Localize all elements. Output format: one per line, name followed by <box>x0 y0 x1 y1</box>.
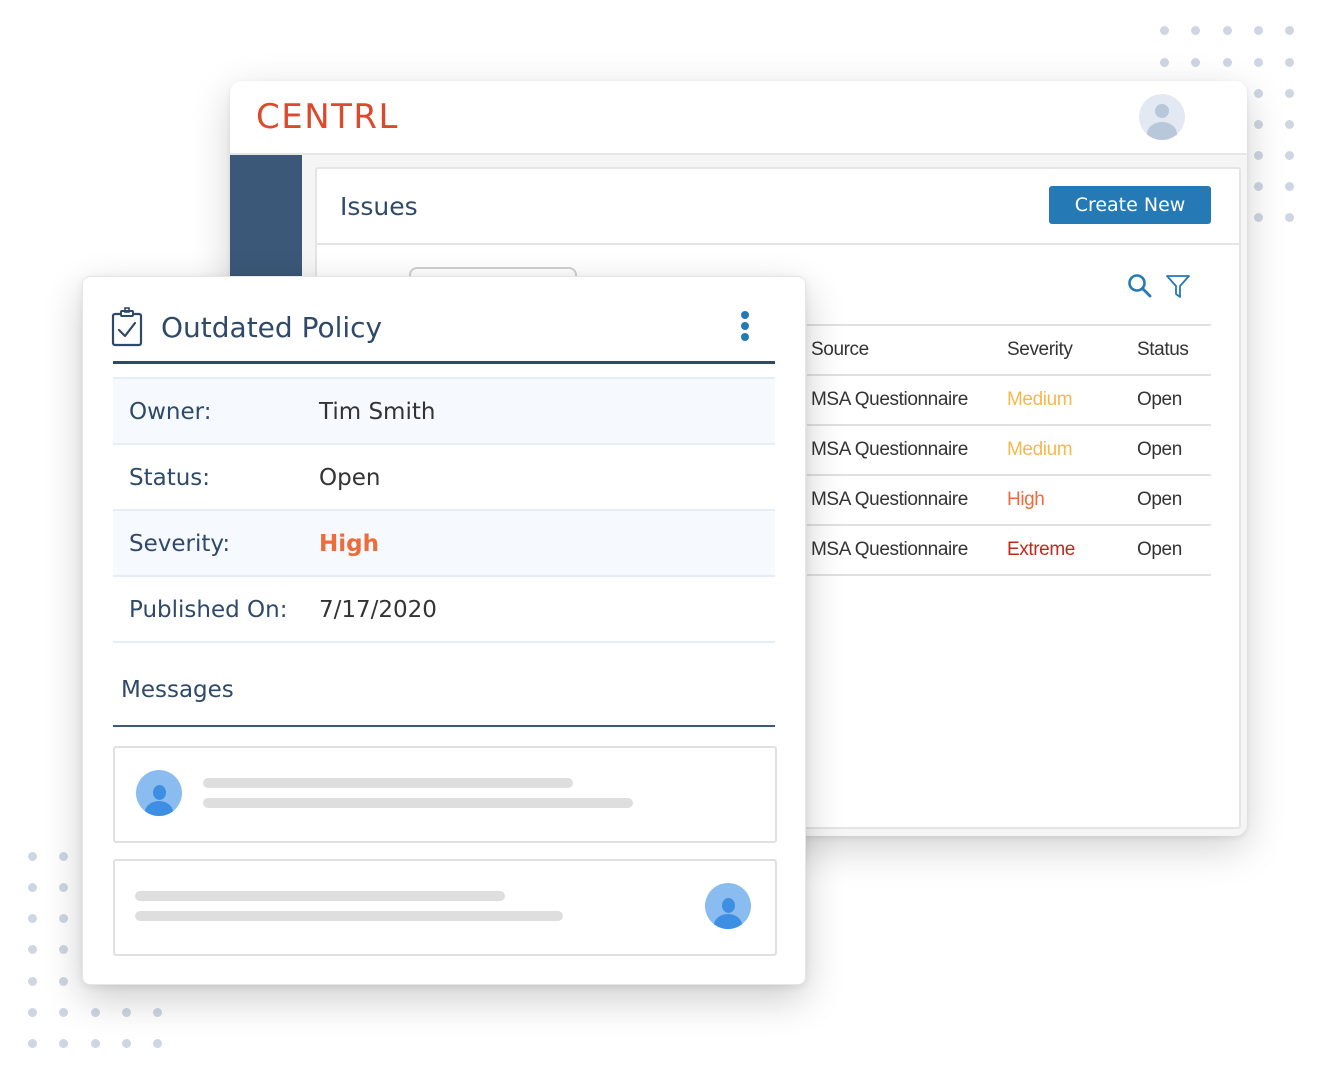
detail-label: Owner: <box>129 399 212 425</box>
detail-label: Severity: <box>129 531 231 557</box>
detail-value: Open <box>319 465 381 491</box>
decorative-dot <box>59 883 68 892</box>
decorative-dot <box>91 1039 100 1048</box>
clipboard-check-icon <box>111 307 143 347</box>
decorative-dot <box>1160 58 1169 67</box>
detail-row-severity: Severity: High <box>113 509 775 575</box>
severity-badge: High <box>319 531 379 557</box>
table-row[interactable]: MSA Questionnaire Extreme Open <box>807 524 1211 576</box>
detail-value: 7/17/2020 <box>319 597 437 623</box>
issues-panel-header: Issues Create New <box>317 169 1239 245</box>
decorative-dot <box>59 945 68 954</box>
decorative-dot <box>153 1008 162 1017</box>
decorative-dot <box>28 883 37 892</box>
page-title: Issues <box>340 192 418 221</box>
decorative-dot <box>153 1039 162 1048</box>
detail-value: Tim Smith <box>319 399 436 425</box>
decorative-dot <box>28 977 37 986</box>
detail-row-owner: Owner: Tim Smith <box>113 377 775 443</box>
decorative-dot <box>1285 120 1294 129</box>
decorative-dot <box>1191 26 1200 35</box>
decorative-dot <box>59 1008 68 1017</box>
decorative-dot <box>1254 213 1263 222</box>
cell-status: Open <box>1137 439 1182 460</box>
message-placeholder-line <box>135 911 563 921</box>
decorative-dot <box>59 977 68 986</box>
decorative-dot <box>59 852 68 861</box>
user-avatar-icon[interactable] <box>1139 94 1185 140</box>
decorative-dot <box>1285 213 1294 222</box>
more-vertical-icon[interactable] <box>738 311 752 345</box>
decorative-dot <box>1254 151 1263 160</box>
divider <box>113 361 775 364</box>
cell-status: Open <box>1137 489 1182 510</box>
cell-status: Open <box>1137 389 1182 410</box>
detail-row-status: Status: Open <box>113 443 775 509</box>
message-placeholder-line <box>203 798 633 808</box>
decorative-dot <box>1285 151 1294 160</box>
decorative-dot <box>1191 58 1200 67</box>
cell-source: MSA Questionnaire <box>811 439 968 460</box>
decorative-dot <box>1254 120 1263 129</box>
decorative-dot <box>122 1008 131 1017</box>
decorative-dot <box>1223 26 1232 35</box>
table-row[interactable]: MSA Questionnaire High Open <box>807 474 1211 524</box>
decorative-dot <box>28 1008 37 1017</box>
message-item[interactable] <box>113 746 777 843</box>
message-item[interactable] <box>113 859 777 956</box>
decorative-dot <box>122 1039 131 1048</box>
decorative-dot <box>1254 182 1263 191</box>
cell-source: MSA Questionnaire <box>811 389 968 410</box>
decorative-dot <box>28 1039 37 1048</box>
decorative-dot <box>1254 89 1263 98</box>
decorative-dot <box>59 914 68 923</box>
cell-severity: High <box>1007 489 1045 510</box>
decorative-dot <box>1285 182 1294 191</box>
decorative-dot <box>28 945 37 954</box>
centrl-logo: CENTRL <box>256 97 399 137</box>
issue-details: Owner: Tim Smith Status: Open Severity: … <box>113 377 775 643</box>
column-header-status[interactable]: Status <box>1137 339 1189 361</box>
table-header-row: Source Severity Status <box>807 324 1211 374</box>
issue-detail-card: Outdated Policy Owner: Tim Smith Status:… <box>82 276 806 985</box>
table-row[interactable]: MSA Questionnaire Medium Open <box>807 424 1211 474</box>
cell-severity: Medium <box>1007 389 1073 410</box>
decorative-dot <box>1160 26 1169 35</box>
app-header: CENTRL <box>230 81 1247 155</box>
issue-title: Outdated Policy <box>161 311 383 344</box>
avatar-icon <box>136 770 182 816</box>
avatar-icon <box>705 883 751 929</box>
decorative-dot <box>1254 58 1263 67</box>
messages-heading: Messages <box>121 677 234 703</box>
column-header-severity[interactable]: Severity <box>1007 339 1073 361</box>
divider <box>113 725 775 727</box>
cell-source: MSA Questionnaire <box>811 539 968 560</box>
cell-severity: Extreme <box>1007 539 1075 560</box>
decorative-dot <box>1285 26 1294 35</box>
decorative-dot <box>59 1039 68 1048</box>
decorative-dot <box>91 1008 100 1017</box>
decorative-dot <box>28 914 37 923</box>
detail-label: Status: <box>129 465 211 491</box>
decorative-dot <box>1223 58 1232 67</box>
table-row[interactable]: MSA Questionnaire Medium Open <box>807 374 1211 424</box>
detail-row-published-on: Published On: 7/17/2020 <box>113 575 775 643</box>
decorative-dot <box>1285 58 1294 67</box>
cell-status: Open <box>1137 539 1182 560</box>
decorative-dot <box>1285 89 1294 98</box>
message-placeholder-line <box>203 778 573 788</box>
decorative-dot <box>1254 26 1263 35</box>
search-icon[interactable] <box>1127 273 1153 299</box>
create-new-button[interactable]: Create New <box>1049 186 1211 224</box>
filter-icon[interactable] <box>1165 273 1191 299</box>
issues-table: Source Severity Status MSA Questionnaire… <box>807 324 1211 576</box>
cell-source: MSA Questionnaire <box>811 489 968 510</box>
cell-severity: Medium <box>1007 439 1073 460</box>
detail-label: Published On: <box>129 597 288 623</box>
decorative-dot <box>28 852 37 861</box>
column-header-source[interactable]: Source <box>811 339 869 361</box>
message-placeholder-line <box>135 891 505 901</box>
